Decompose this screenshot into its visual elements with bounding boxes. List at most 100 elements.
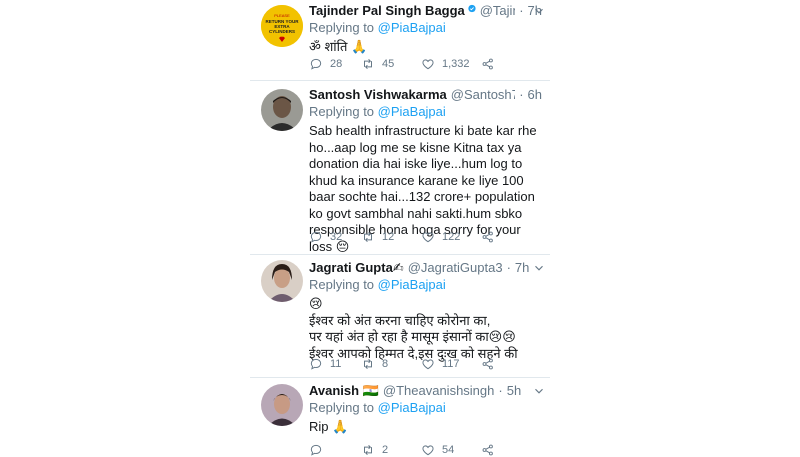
like-count: 54	[442, 444, 455, 456]
author-name[interactable]: Avanish 🇮🇳	[309, 383, 379, 399]
heart-icon	[422, 445, 434, 456]
reply-button[interactable]: 32	[309, 230, 361, 244]
chevron-down-icon[interactable]	[532, 261, 546, 275]
like-button[interactable]: 122	[421, 230, 481, 244]
replying-prefix: Replying to	[309, 277, 378, 292]
author-name[interactable]: Santosh Vishwakarma	[309, 87, 447, 103]
like-button[interactable]: 1,332	[421, 57, 481, 71]
tweet-content: Jagrati Gupta✍ @JagratiGupta3 · 7h Reply…	[309, 260, 542, 370]
replying-prefix: Replying to	[309, 400, 378, 415]
share-button[interactable]	[481, 230, 502, 244]
retweet-count: 12	[382, 231, 395, 243]
replying-prefix: Replying to	[309, 20, 378, 35]
tweet-actions: 32 12 122	[309, 230, 502, 244]
like-count: 122	[442, 231, 461, 243]
share-button[interactable]	[481, 57, 502, 71]
replying-to: Replying to @PiaBajpai	[309, 20, 542, 36]
tweet-actions: 28 45 1,332	[309, 57, 502, 71]
tweet-header: Jagrati Gupta✍ @JagratiGupta3 · 7h	[309, 260, 542, 276]
tweet-time[interactable]: 6h	[528, 87, 542, 103]
avatar[interactable]	[261, 89, 303, 131]
heart-icon	[422, 359, 434, 370]
author-handle[interactable]: @Santosh79...	[451, 87, 515, 103]
tweet-card[interactable]: PLEASE RETURN YOUR EXTRA CYLINDERS Tajin…	[250, 0, 550, 81]
reply-count: 11	[330, 358, 342, 370]
reply-icon	[310, 58, 322, 70]
retweet-icon	[364, 358, 372, 370]
verified-badge-icon	[468, 4, 476, 13]
tweet-card[interactable]: Santosh Vishwakarma @Santosh79... · 6h R…	[250, 81, 550, 255]
author-handle[interactable]: @Tajind...	[480, 3, 515, 19]
reply-icon	[310, 231, 322, 243]
like-button[interactable]: 117	[421, 357, 481, 371]
share-icon	[482, 58, 493, 70]
avatar-photo-image	[261, 89, 303, 131]
reply-icon	[310, 444, 322, 456]
reply-count: 32	[330, 231, 343, 243]
avatar[interactable]	[261, 260, 303, 302]
separator-dot: ·	[498, 383, 503, 398]
reply-feed: PLEASE RETURN YOUR EXTRA CYLINDERS Tajin…	[250, 0, 550, 457]
svg-text:CYLINDERS: CYLINDERS	[269, 29, 295, 34]
author-name[interactable]: Jagrati Gupta✍	[309, 260, 404, 276]
reply-icon	[310, 358, 322, 370]
retweet-count: 2	[382, 444, 389, 456]
mention-link[interactable]: @PiaBajpai	[378, 20, 446, 35]
replying-prefix: Replying to	[309, 104, 378, 119]
share-icon	[482, 444, 493, 456]
tweet-header: Tajinder Pal Singh Bagga @Tajind... · 7h	[309, 2, 542, 19]
retweet-button[interactable]: 2	[361, 443, 421, 457]
retweet-button[interactable]: 8	[361, 357, 421, 371]
share-button[interactable]	[481, 443, 502, 457]
like-button[interactable]: 54	[421, 443, 481, 457]
tweet-header: Santosh Vishwakarma @Santosh79... · 6h	[309, 87, 542, 103]
avatar[interactable]	[261, 384, 303, 426]
avatar-photo-image	[261, 260, 303, 302]
tweet-header: Avanish 🇮🇳 @Theavanishsingh · 5h	[309, 383, 542, 399]
mention-link[interactable]: @PiaBajpai	[378, 104, 446, 119]
reply-button[interactable]: 11	[309, 357, 361, 371]
retweet-count: 8	[382, 358, 389, 370]
heart-icon	[422, 232, 434, 243]
chevron-down-icon[interactable]	[532, 384, 546, 398]
avatar[interactable]: PLEASE RETURN YOUR EXTRA CYLINDERS	[261, 5, 303, 47]
author-name[interactable]: Tajinder Pal Singh Bagga	[309, 3, 465, 19]
tweet-content: Tajinder Pal Singh Bagga @Tajind... · 7h…	[309, 2, 542, 70]
avatar-photo-image	[261, 384, 303, 426]
retweet-button[interactable]: 45	[361, 57, 421, 71]
reply-count: 28	[330, 58, 343, 70]
separator-dot: ·	[506, 260, 511, 275]
retweet-button[interactable]: 12	[361, 230, 421, 244]
heart-icon	[422, 59, 434, 70]
tweet-time[interactable]: 7h	[515, 260, 529, 276]
tweet-text: Rip 🙏	[309, 419, 349, 434]
like-count: 1,332	[442, 58, 470, 70]
share-icon	[482, 231, 493, 243]
tweet-actions: 11 8 117	[309, 357, 502, 371]
mention-link[interactable]: @PiaBajpai	[378, 400, 446, 415]
author-handle[interactable]: @JagratiGupta3	[408, 260, 503, 276]
tweet-text: ॐ शांति 🙏	[309, 39, 368, 54]
retweet-count: 45	[382, 58, 395, 70]
replying-to: Replying to @PiaBajpai	[309, 400, 542, 416]
tweet-content: Avanish 🇮🇳 @Theavanishsingh · 5h Replyin…	[309, 383, 542, 456]
separator-dot: ·	[519, 3, 524, 18]
tweet-card[interactable]: Avanish 🇮🇳 @Theavanishsingh · 5h Replyin…	[250, 378, 550, 457]
author-handle[interactable]: @Theavanishsingh	[383, 383, 494, 399]
avatar-poster-image: PLEASE RETURN YOUR EXTRA CYLINDERS	[261, 5, 303, 47]
svg-text:PLEASE: PLEASE	[274, 13, 290, 18]
replying-to: Replying to @PiaBajpai	[309, 104, 542, 120]
tweet-time[interactable]: 5h	[507, 383, 521, 399]
retweet-icon	[364, 231, 372, 243]
reply-button[interactable]: 28	[309, 57, 361, 71]
share-button[interactable]	[481, 357, 502, 371]
replying-to: Replying to @PiaBajpai	[309, 277, 542, 293]
retweet-icon	[364, 444, 372, 456]
like-count: 117	[442, 358, 460, 370]
tweet-card[interactable]: Jagrati Gupta✍ @JagratiGupta3 · 7h Reply…	[250, 255, 550, 378]
separator-dot: ·	[519, 87, 524, 102]
mention-link[interactable]: @PiaBajpai	[378, 277, 446, 292]
reply-button[interactable]	[309, 443, 361, 457]
chevron-down-icon[interactable]	[532, 4, 546, 18]
tweet-content: Santosh Vishwakarma @Santosh79... · 6h R…	[309, 87, 542, 255]
